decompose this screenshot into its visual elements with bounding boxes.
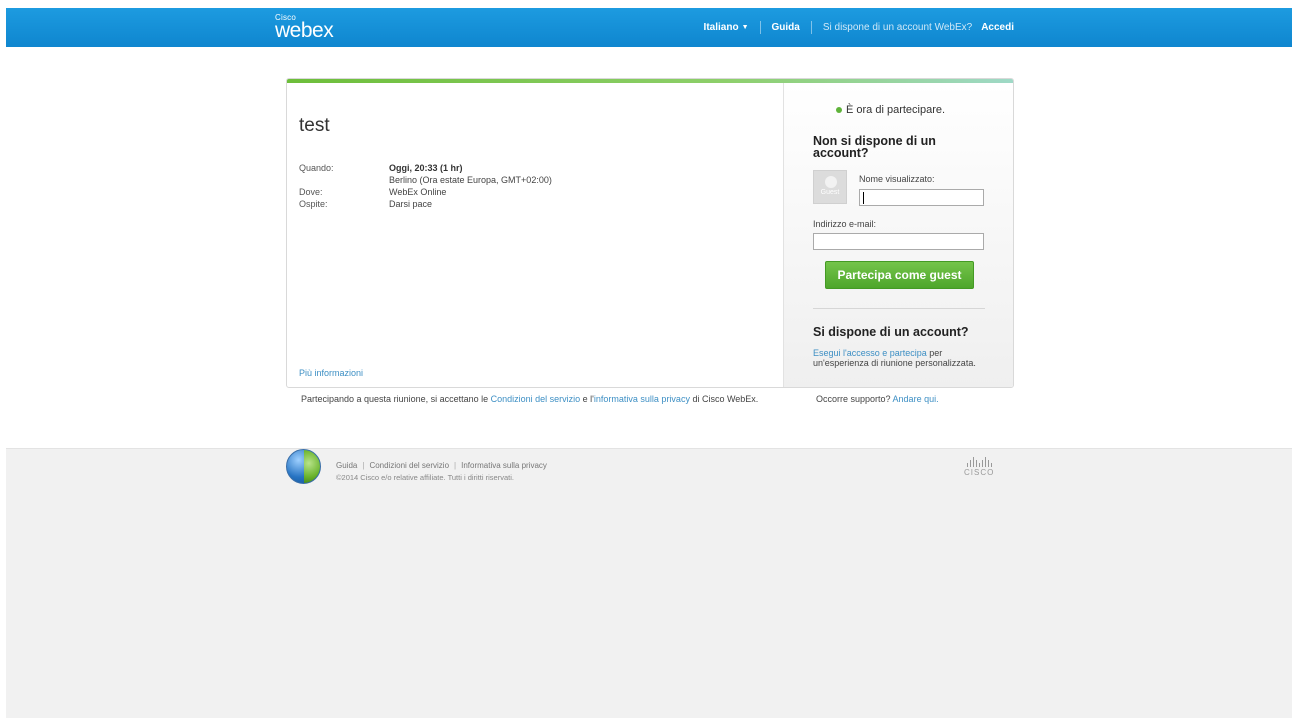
panel-divider [813,308,985,309]
footer-divider: | [454,461,457,470]
footer-links: Guida | Condizioni del servizio | Inform… [336,461,547,470]
detail-key: Quando: [299,163,334,173]
help-link[interactable]: Guida [772,22,800,33]
join-panel: È ora di partecipare. Non si dispone di … [783,83,1013,387]
terms-middle: e l' [580,394,594,404]
meeting-title: test [299,115,330,136]
support-notice: Occorre supporto? Andare qui. [816,394,939,404]
footer-divider: | [362,461,365,470]
chevron-down-icon: ▼ [741,24,749,31]
copyright: ©2014 Cisco e/o relative affiliate. Tutt… [336,473,514,482]
webex-logo[interactable]: Cisco webex [275,14,334,42]
join-as-guest-button[interactable]: Partecipa come guest [825,261,974,289]
signin-and-join-link[interactable]: Esegui l'accesso e partecipa [813,348,927,358]
detail-key: Ospite: [299,199,328,209]
meeting-info-panel: test Quando: Oggi, 20:33 (1 hr) Berlino … [287,83,783,387]
detail-row-where: Dove: WebEx Online [299,186,552,198]
nav-divider [810,21,812,34]
meeting-details: Quando: Oggi, 20:33 (1 hr) Berlino (Ora … [299,162,552,210]
detail-value: WebEx Online [389,187,447,197]
display-name-field[interactable] [859,189,984,206]
email-label: Indirizzo e-mail: [813,219,877,229]
support-link[interactable]: Andare qui. [893,394,939,404]
detail-value: Oggi, 20:33 (1 hr) [389,163,463,173]
account-question: Si dispone di un account WebEx? [822,22,973,33]
page: Cisco webex Italiano ▼ Guida Si dispone … [0,0,1292,718]
display-name-label: Nome visualizzato: [859,174,935,184]
signin-prompt: Esegui l'accesso e partecipa per un'espe… [813,348,993,368]
terms-of-service-link[interactable]: Condizioni del servizio [491,394,581,404]
terms-prefix: Partecipando a questa riunione, si accet… [301,394,491,404]
top-bar: Cisco webex Italiano ▼ Guida Si dispone … [6,8,1292,47]
globe-half [303,450,320,483]
detail-row-timezone: Berlino (Ora estate Europa, GMT+02:00) [299,174,552,186]
detail-row-when: Quando: Oggi, 20:33 (1 hr) [299,162,552,174]
detail-key [299,174,389,186]
webex-globe-icon [286,449,321,484]
terms-suffix: di Cisco WebEx. [689,394,759,404]
join-status: È ora di partecipare. [836,104,945,116]
footer-link-terms[interactable]: Condizioni del servizio [369,461,449,470]
status-dot-icon [836,107,842,113]
email-field[interactable] [813,233,984,250]
cisco-wordmark: CISCO [964,468,995,477]
detail-value: Darsi pace [389,199,433,209]
cisco-logo: CISCO [964,457,994,477]
language-label: Italiano [703,22,739,33]
logo-webex-text: webex [275,19,334,42]
browser-frame: Cisco webex Italiano ▼ Guida Si dispone … [6,8,1292,718]
guest-avatar-label: Guest [820,188,840,196]
detail-key: Dove: [299,187,323,197]
footer-link-help[interactable]: Guida [336,461,357,470]
nav-divider [759,21,761,34]
guest-avatar: Guest [813,170,847,204]
detail-value: Berlino (Ora estate Europa, GMT+02:00) [389,175,552,185]
more-info-link[interactable]: Più informazioni [299,368,363,378]
have-account-heading: Si dispone di un account? [813,325,969,339]
footer: Guida | Condizioni del servizio | Inform… [6,448,1292,718]
status-text: È ora di partecipare. [846,104,946,116]
footer-link-privacy[interactable]: Informativa sulla privacy [461,461,547,470]
no-account-heading: Non si dispone di un account? [813,134,936,160]
meeting-card: test Quando: Oggi, 20:33 (1 hr) Berlino … [286,78,1014,388]
sign-in-link[interactable]: Accedi [981,22,1014,33]
detail-row-host: Ospite: Darsi pace [299,198,552,210]
user-silhouette-icon [825,176,837,188]
terms-notice: Partecipando a questa riunione, si accet… [301,394,758,404]
cisco-bars-icon [964,457,994,467]
language-selector[interactable]: Italiano ▼ [704,22,749,33]
text-cursor [863,192,864,204]
support-text: Occorre supporto? [816,394,893,404]
privacy-policy-link[interactable]: informativa sulla privacy [594,394,690,404]
top-nav: Italiano ▼ Guida Si dispone di un accoun… [704,21,1014,34]
